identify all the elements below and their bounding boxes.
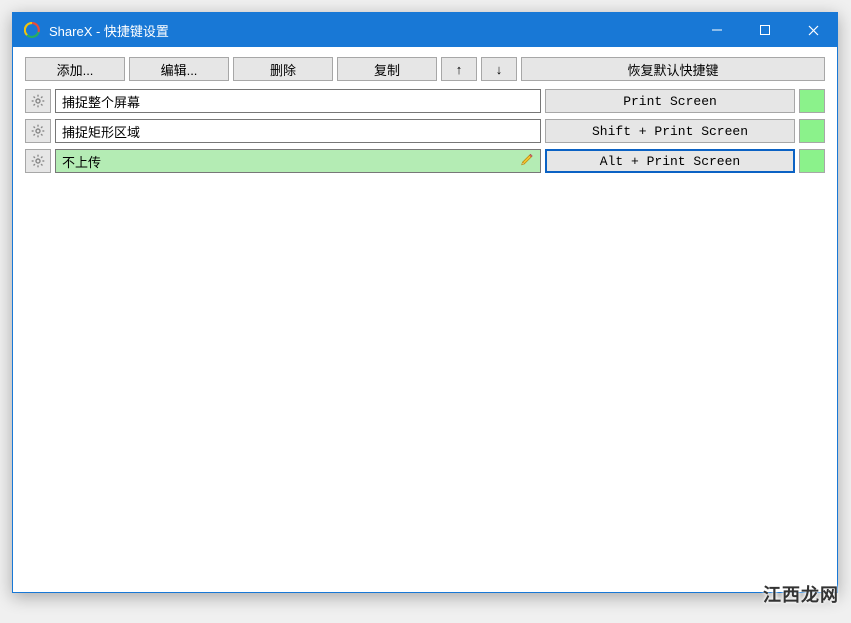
status-indicator[interactable]: [799, 149, 825, 173]
status-indicator[interactable]: [799, 119, 825, 143]
task-name-field[interactable]: 不上传: [55, 149, 541, 173]
watermark: 江西龙网: [763, 581, 839, 607]
hotkey-button[interactable]: Print Screen: [545, 89, 795, 113]
task-name-field[interactable]: 捕捉整个屏幕: [55, 89, 541, 113]
edit-button[interactable]: 编辑...: [129, 57, 229, 81]
content-area: 添加... 编辑... 删除 复制 ↑ ↓ 恢复默认快捷键 捕捉整个屏幕 Prin…: [13, 47, 837, 592]
move-up-button[interactable]: ↑: [441, 57, 477, 81]
hotkey-row: 捕捉矩形区域 Shift + Print Screen: [25, 119, 825, 143]
status-indicator[interactable]: [799, 89, 825, 113]
delete-button[interactable]: 删除: [233, 57, 333, 81]
hotkey-button[interactable]: Alt + Print Screen: [545, 149, 795, 173]
duplicate-button[interactable]: 复制: [337, 57, 437, 81]
restore-defaults-button[interactable]: 恢复默认快捷键: [521, 57, 825, 81]
app-window: ShareX - 快捷键设置 添加... 编辑... 删除 复制 ↑ ↓ 恢复默…: [12, 12, 838, 593]
gear-icon[interactable]: [25, 89, 51, 113]
titlebar: ShareX - 快捷键设置: [13, 13, 837, 47]
hotkey-row: 捕捉整个屏幕 Print Screen: [25, 89, 825, 113]
hotkey-row: 不上传 Alt + Print Screen: [25, 149, 825, 173]
task-name-label: 捕捉矩形区域: [62, 122, 140, 141]
toolbar: 添加... 编辑... 删除 复制 ↑ ↓ 恢复默认快捷键: [25, 57, 825, 81]
task-name-label: 不上传: [62, 152, 101, 171]
hotkey-button[interactable]: Shift + Print Screen: [545, 119, 795, 143]
gear-icon[interactable]: [25, 119, 51, 143]
task-name-field[interactable]: 捕捉矩形区域: [55, 119, 541, 143]
task-name-label: 捕捉整个屏幕: [62, 92, 140, 111]
move-down-button[interactable]: ↓: [481, 57, 517, 81]
add-button[interactable]: 添加...: [25, 57, 125, 81]
app-icon: [23, 21, 41, 39]
hotkey-list: 捕捉整个屏幕 Print Screen 捕捉矩形区域 Shift + Print Sc…: [25, 89, 825, 173]
window-title: ShareX - 快捷键设置: [49, 21, 169, 40]
pencil-icon: [520, 153, 534, 170]
gear-icon[interactable]: [25, 149, 51, 173]
minimize-button[interactable]: [693, 13, 741, 47]
close-button[interactable]: [789, 13, 837, 47]
maximize-button[interactable]: [741, 13, 789, 47]
